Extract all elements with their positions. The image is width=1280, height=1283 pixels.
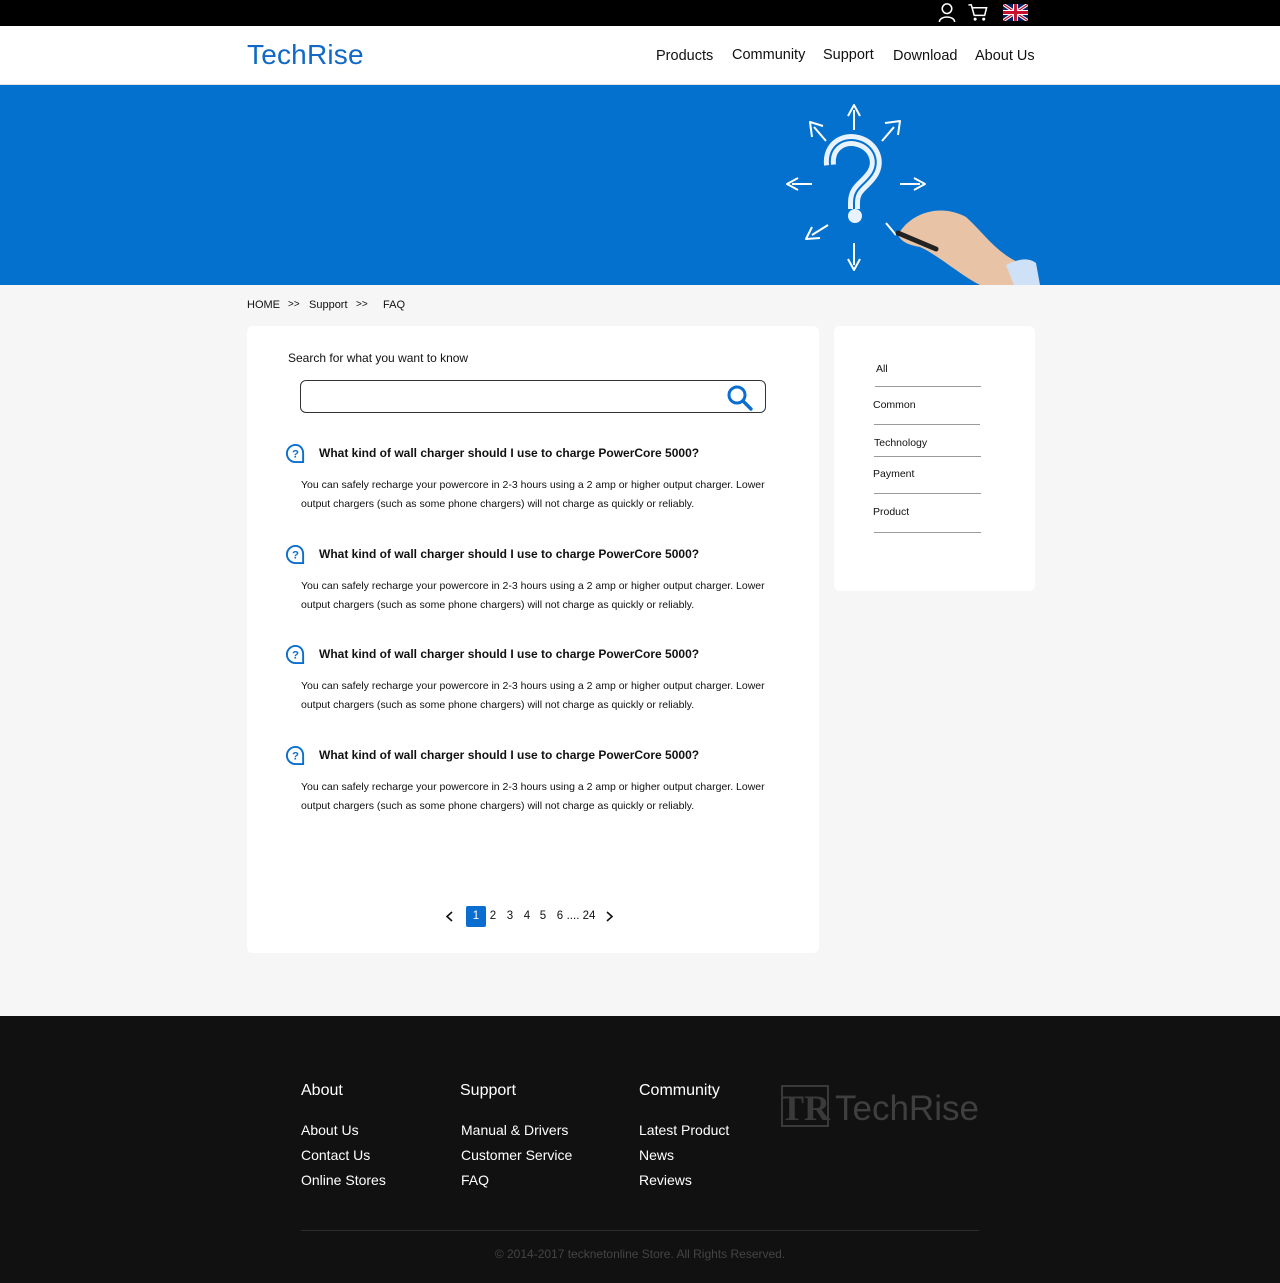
svg-text:?: ? <box>292 549 299 561</box>
question-icon: ? <box>285 443 305 464</box>
faq-panel: Search for what you want to know ? What … <box>247 326 819 953</box>
footer-link-about-us[interactable]: About Us <box>301 1122 359 1138</box>
question-mark-illustration <box>786 104 1040 285</box>
footer-link-latest-product[interactable]: Latest Product <box>639 1122 729 1138</box>
faq-question[interactable]: What kind of wall charger should I use t… <box>319 647 699 661</box>
footer-link-faq[interactable]: FAQ <box>461 1172 489 1188</box>
breadcrumb-support[interactable]: Support <box>309 299 348 311</box>
question-icon: ? <box>285 644 305 665</box>
breadcrumb-separator: >> <box>288 299 300 310</box>
faq-answer: You can safely recharge your powercore i… <box>301 479 765 510</box>
divider <box>874 493 981 494</box>
footer-link-manual-drivers[interactable]: Manual & Drivers <box>461 1122 568 1138</box>
breadcrumb-home[interactable]: HOME <box>247 299 280 311</box>
chevron-right-icon[interactable] <box>604 911 614 922</box>
pagination-ellipsis: .... <box>566 910 580 922</box>
search-label: Search for what you want to know <box>288 351 469 365</box>
divider <box>874 456 981 457</box>
nav-about-us[interactable]: About Us <box>975 48 1035 64</box>
cart-icon[interactable] <box>967 2 989 23</box>
faq-question[interactable]: What kind of wall charger should I use t… <box>319 748 699 762</box>
category-technology[interactable]: Technology <box>874 437 927 449</box>
footer-link-contact-us[interactable]: Contact Us <box>301 1147 370 1163</box>
faq-answer: You can safely recharge your powercore i… <box>301 781 765 812</box>
faq-question[interactable]: What kind of wall charger should I use t… <box>319 446 699 460</box>
divider <box>875 386 981 387</box>
search-input[interactable] <box>309 387 709 407</box>
footer-logo[interactable]: TR TechRise <box>781 1084 981 1128</box>
svg-text:?: ? <box>292 649 299 661</box>
divider <box>874 532 981 533</box>
page-5[interactable]: 5 <box>538 906 548 927</box>
page-6[interactable]: 6 <box>555 906 565 927</box>
category-payment[interactable]: Payment <box>873 468 914 480</box>
hero-banner <box>0 85 1280 285</box>
copyright: © 2014-2017 tecknetonline Store. All Rig… <box>494 1247 786 1261</box>
page-4[interactable]: 4 <box>522 906 532 927</box>
question-icon: ? <box>285 745 305 766</box>
breadcrumb-separator: >> <box>356 299 368 310</box>
category-common[interactable]: Common <box>873 399 916 411</box>
site-footer: About About Us Contact Us Online Stores … <box>0 1016 1280 1283</box>
page-3[interactable]: 3 <box>505 906 515 927</box>
faq-question[interactable]: What kind of wall charger should I use t… <box>319 547 699 561</box>
uk-flag-icon[interactable] <box>1003 4 1028 21</box>
footer-divider <box>301 1230 979 1231</box>
page-1[interactable]: 1 <box>466 906 486 927</box>
search-box <box>300 380 766 413</box>
faq-answer: You can safely recharge your powercore i… <box>301 680 765 711</box>
site-header: TechRise Products Community Support Down… <box>0 26 1280 85</box>
footer-heading-community: Community <box>639 1082 720 1099</box>
footer-link-customer-service[interactable]: Customer Service <box>461 1147 572 1163</box>
svg-text:?: ? <box>292 448 299 460</box>
breadcrumb-current: FAQ <box>383 299 406 311</box>
footer-heading-support: Support <box>460 1082 517 1099</box>
footer-link-news[interactable]: News <box>639 1147 674 1163</box>
footer-logo-mark: TR <box>781 1088 831 1128</box>
category-product[interactable]: Product <box>873 506 909 518</box>
chevron-left-icon[interactable] <box>445 911 455 922</box>
footer-link-reviews[interactable]: Reviews <box>639 1172 692 1188</box>
pagination: 1 2 3 4 5 6 .... 24 <box>445 906 625 927</box>
nav-download[interactable]: Download <box>893 48 958 64</box>
search-icon[interactable] <box>726 384 754 412</box>
footer-link-online-stores[interactable]: Online Stores <box>301 1172 386 1188</box>
category-panel: All Common Technology Payment Product <box>834 326 1035 591</box>
svg-text:?: ? <box>292 750 299 762</box>
footer-heading-about: About <box>301 1082 343 1099</box>
category-all[interactable]: All <box>876 363 888 375</box>
site-logo[interactable]: TechRise <box>247 39 364 71</box>
page-last[interactable]: 24 <box>581 906 597 927</box>
nav-support[interactable]: Support <box>823 47 874 63</box>
user-icon[interactable] <box>936 2 958 23</box>
nav-products[interactable]: Products <box>656 48 713 64</box>
top-utility-bar <box>0 0 1280 26</box>
divider <box>874 424 980 425</box>
question-icon: ? <box>285 544 305 565</box>
nav-community[interactable]: Community <box>732 47 805 63</box>
page-2[interactable]: 2 <box>488 906 498 927</box>
footer-logo-text: TechRise <box>835 1089 979 1128</box>
faq-answer: You can safely recharge your powercore i… <box>301 580 765 611</box>
